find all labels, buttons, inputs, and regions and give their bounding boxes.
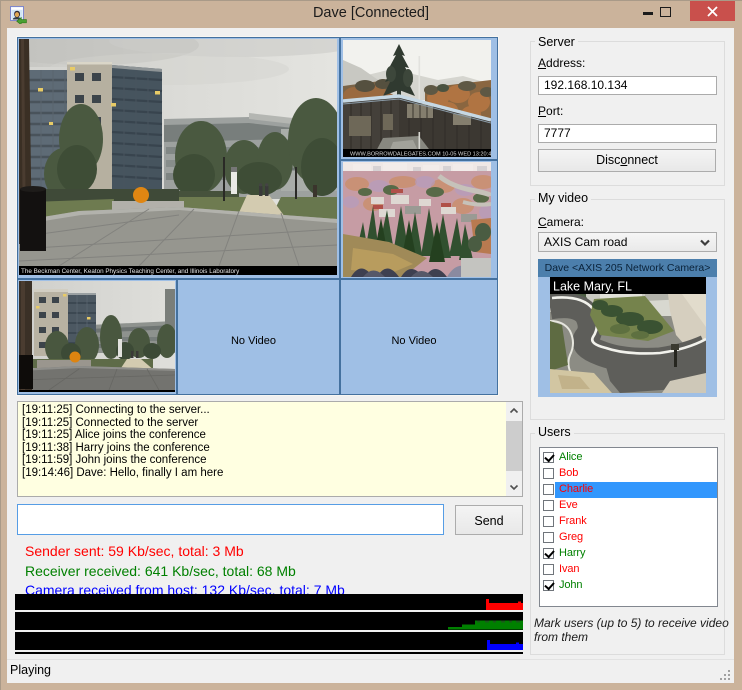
svg-text:WWW.BORROWDALEGATES.COM 10-05: WWW.BORROWDALEGATES.COM 10-05 WED 13:20:… (350, 152, 491, 158)
svg-text:Lake Mary, FL: Lake Mary, FL (553, 280, 632, 294)
svg-text:The Beckman Center, Keaton Phy: The Beckman Center, Keaton Physics Teach… (21, 268, 240, 275)
